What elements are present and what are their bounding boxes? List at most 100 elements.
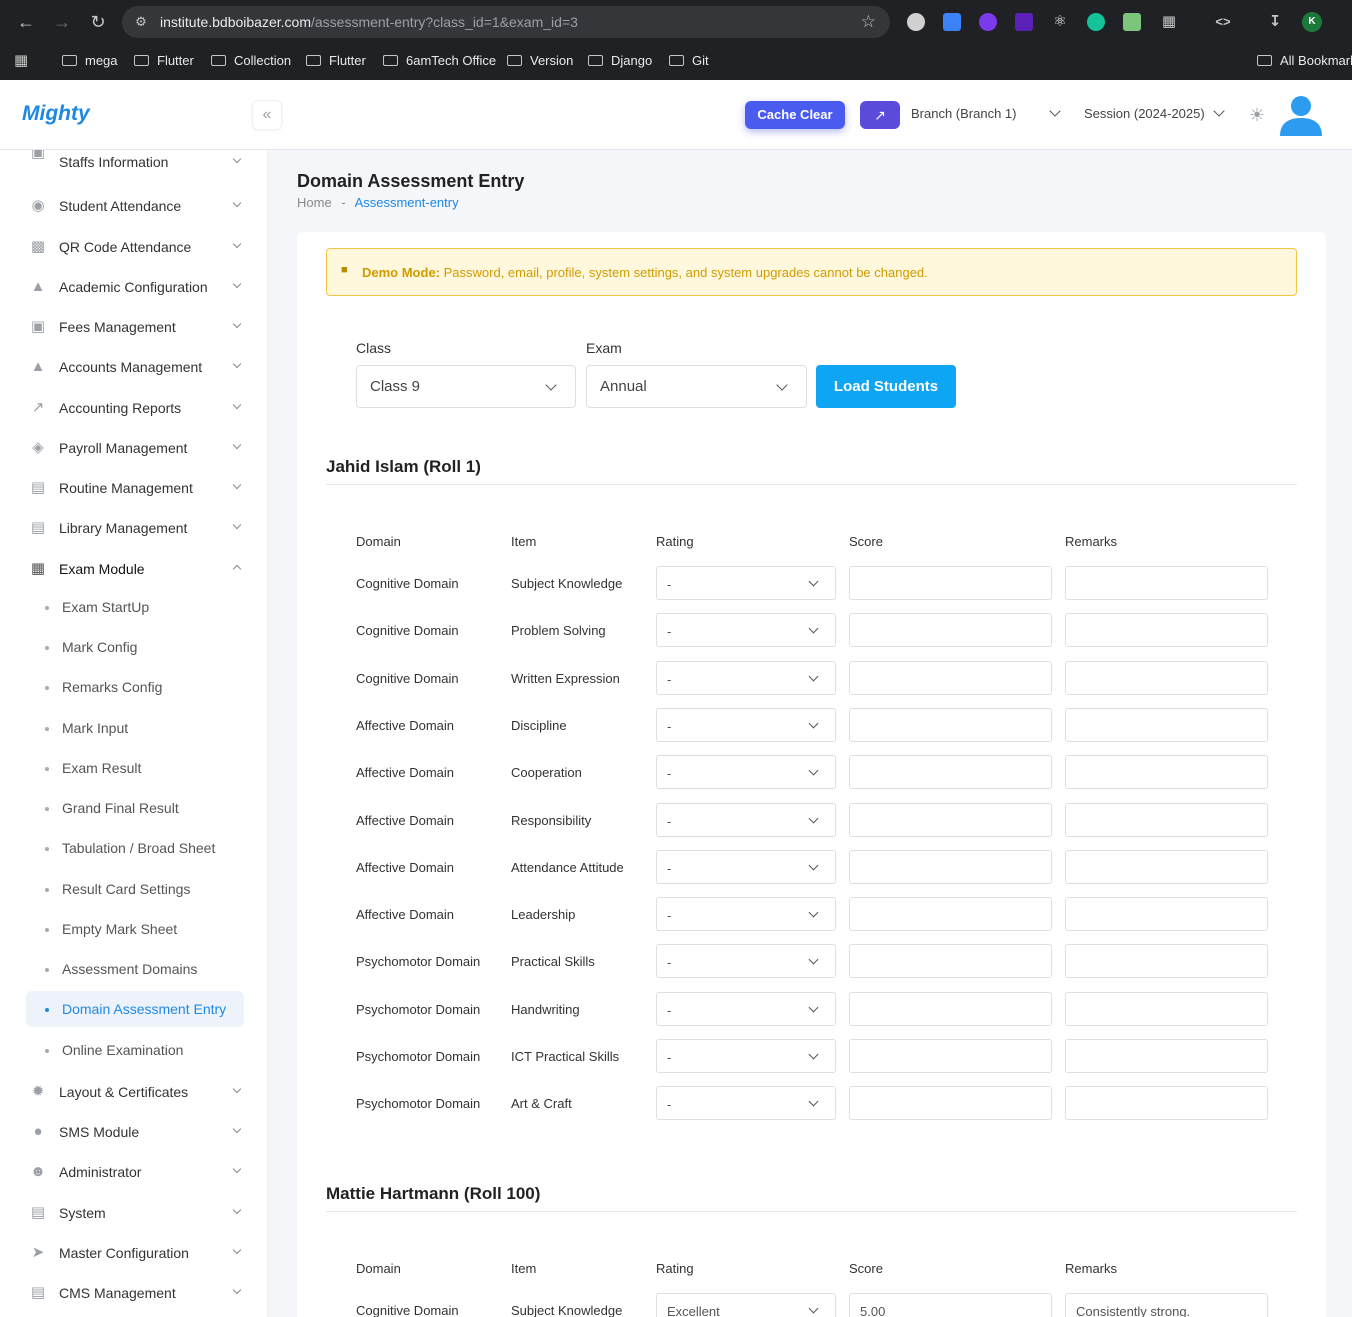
bookmark-folder[interactable]: 6amTech Office — [383, 53, 496, 68]
breadcrumb-home[interactable]: Home — [297, 195, 332, 210]
grammarly-icon[interactable] — [1087, 13, 1105, 31]
sidebar-item-exam-module[interactable]: ▦ Exam Module — [26, 551, 246, 587]
remarks-input[interactable] — [1065, 1039, 1268, 1073]
sidebar-sub-result-card[interactable]: Result Card Settings — [26, 871, 244, 907]
score-input[interactable] — [849, 944, 1052, 979]
score-input[interactable] — [849, 1086, 1052, 1121]
sidebar-sub-tabulation[interactable]: Tabulation / Broad Sheet — [26, 830, 244, 866]
remarks-input[interactable] — [1065, 849, 1268, 884]
remarks-input[interactable] — [1065, 707, 1268, 742]
extension-icon[interactable] — [1015, 13, 1033, 31]
rating-select[interactable]: - — [656, 707, 836, 742]
sidebar-sub-grand-final[interactable]: Grand Final Result — [26, 790, 244, 826]
sidebar-sub-exam-result[interactable]: Exam Result — [26, 750, 244, 786]
user-avatar[interactable] — [1278, 92, 1324, 138]
sidebar-sub-domain-assessment-entry[interactable]: Domain Assessment Entry — [26, 991, 244, 1027]
external-link-icon[interactable]: ↗ — [860, 101, 900, 129]
sidebar-item-library[interactable]: ▤ Library Management — [26, 510, 246, 546]
sidebar-sub-online-exam[interactable]: Online Examination — [26, 1032, 244, 1068]
sidebar-item-system[interactable]: ▤ System — [26, 1195, 246, 1231]
rating-select[interactable]: - — [656, 1086, 836, 1121]
reload-icon[interactable]: ↻ — [86, 10, 110, 34]
exam-select[interactable]: Annual — [586, 365, 807, 408]
session-select[interactable]: Session (2024-2025) — [1084, 105, 1225, 121]
logo[interactable]: Mighty — [22, 102, 90, 126]
download-icon[interactable]: ↧ — [1266, 13, 1284, 31]
extension-icon[interactable] — [907, 13, 925, 31]
bookmark-folder[interactable]: Django — [588, 53, 652, 68]
sidebar-sub-remarks-config[interactable]: Remarks Config — [26, 669, 244, 705]
sidebar-item-accounting-reports[interactable]: ↗ Accounting Reports — [26, 390, 246, 426]
sidebar-item-routine[interactable]: ▤ Routine Management — [26, 470, 246, 506]
rating-select[interactable]: - — [656, 849, 836, 884]
rating-select[interactable]: - — [656, 802, 836, 837]
bookmark-folder[interactable]: Flutter — [306, 53, 366, 68]
rating-select[interactable]: Excellent — [656, 1293, 836, 1317]
back-arrow-icon[interactable]: ← — [14, 10, 38, 34]
sidebar-item-accounts[interactable]: ▲ Accounts Management — [26, 349, 246, 385]
score-input[interactable] — [849, 755, 1052, 790]
cache-clear-button[interactable]: Cache Clear — [745, 101, 845, 129]
score-input[interactable] — [849, 660, 1052, 695]
code-icon[interactable]: <> — [1212, 13, 1234, 31]
profile-avatar[interactable]: K — [1302, 12, 1322, 32]
sidebar-sub-mark-config[interactable]: Mark Config — [26, 629, 244, 665]
sidebar-sub-assessment-domains[interactable]: Assessment Domains — [26, 951, 244, 987]
sidebar-item-master-config[interactable]: ➤ Master Configuration — [26, 1235, 246, 1271]
remarks-input[interactable] — [1065, 991, 1268, 1026]
score-input[interactable] — [849, 897, 1052, 932]
rating-select[interactable]: - — [656, 613, 836, 648]
theme-toggle-icon[interactable]: ☀ — [1248, 106, 1266, 124]
score-input[interactable] — [849, 566, 1052, 600]
bookmark-folder[interactable]: Collection — [211, 53, 291, 68]
sidebar-item-layout-certificates[interactable]: ✹ Layout & Certificates — [26, 1074, 246, 1110]
class-select[interactable]: Class 9 — [356, 365, 576, 408]
url-text[interactable]: institute.bdboibazer.com/assessment-entr… — [160, 14, 578, 30]
sidebar-sub-empty-mark-sheet[interactable]: Empty Mark Sheet — [26, 911, 244, 947]
bookmark-folder[interactable]: Git — [669, 53, 709, 68]
bookmark-star-icon[interactable]: ☆ — [861, 12, 876, 32]
remarks-input[interactable]: Consistently strong. — [1065, 1293, 1268, 1317]
sidebar-item-staffs[interactable]: ▣ Staffs Information — [26, 150, 246, 170]
remarks-input[interactable] — [1065, 944, 1268, 979]
sidebar-item-academic-config[interactable]: ▲ Academic Configuration — [26, 269, 246, 305]
collapse-sidebar-icon[interactable]: « — [252, 100, 282, 130]
score-input[interactable] — [849, 613, 1052, 648]
remarks-input[interactable] — [1065, 802, 1268, 837]
puzzle-icon[interactable]: ▦ — [1160, 13, 1178, 31]
address-bar[interactable]: ⚙ institute.bdboibazer.com/assessment-en… — [122, 6, 890, 38]
forward-arrow-icon[interactable]: → — [50, 10, 74, 34]
score-input[interactable] — [849, 802, 1052, 837]
score-input[interactable] — [849, 1039, 1052, 1073]
remarks-input[interactable] — [1065, 613, 1268, 648]
branch-select[interactable]: Branch (Branch 1) — [911, 105, 1061, 121]
apps-grid-icon[interactable]: ▦ — [14, 51, 28, 69]
load-students-button[interactable]: Load Students — [816, 365, 956, 408]
sidebar-item-sms[interactable]: ● SMS Module — [26, 1114, 246, 1150]
rating-select[interactable]: - — [656, 1039, 836, 1073]
rating-select[interactable]: - — [656, 755, 836, 790]
score-input[interactable] — [849, 707, 1052, 742]
score-input[interactable] — [849, 849, 1052, 884]
remarks-input[interactable] — [1065, 897, 1268, 932]
score-input[interactable]: 5.00 — [849, 1293, 1052, 1317]
all-bookmarks[interactable]: All Bookmarks — [1257, 53, 1352, 68]
sidebar-item-administrator[interactable]: ☻ Administrator — [26, 1154, 246, 1190]
bookmark-folder[interactable]: Version — [507, 53, 573, 68]
rating-select[interactable]: - — [656, 991, 836, 1026]
rating-select[interactable]: - — [656, 944, 836, 979]
sidebar-item-fees[interactable]: ▣ Fees Management — [26, 309, 246, 345]
sidebar-item-cms[interactable]: ▤ CMS Management — [26, 1275, 246, 1311]
extension-icon[interactable] — [1123, 13, 1141, 31]
remarks-input[interactable] — [1065, 755, 1268, 790]
rating-select[interactable]: - — [656, 660, 836, 695]
remarks-input[interactable] — [1065, 660, 1268, 695]
sidebar-item-payroll[interactable]: ◈ Payroll Management — [26, 430, 246, 466]
rating-select[interactable]: - — [656, 566, 836, 600]
remarks-input[interactable] — [1065, 566, 1268, 600]
site-settings-icon[interactable]: ⚙ — [132, 13, 150, 31]
react-icon[interactable]: ⚛ — [1051, 13, 1069, 31]
bookmark-folder[interactable]: Flutter — [134, 53, 194, 68]
sidebar-item-qr-attendance[interactable]: ▩ QR Code Attendance — [26, 229, 246, 265]
bookmark-folder[interactable]: mega — [62, 53, 118, 68]
